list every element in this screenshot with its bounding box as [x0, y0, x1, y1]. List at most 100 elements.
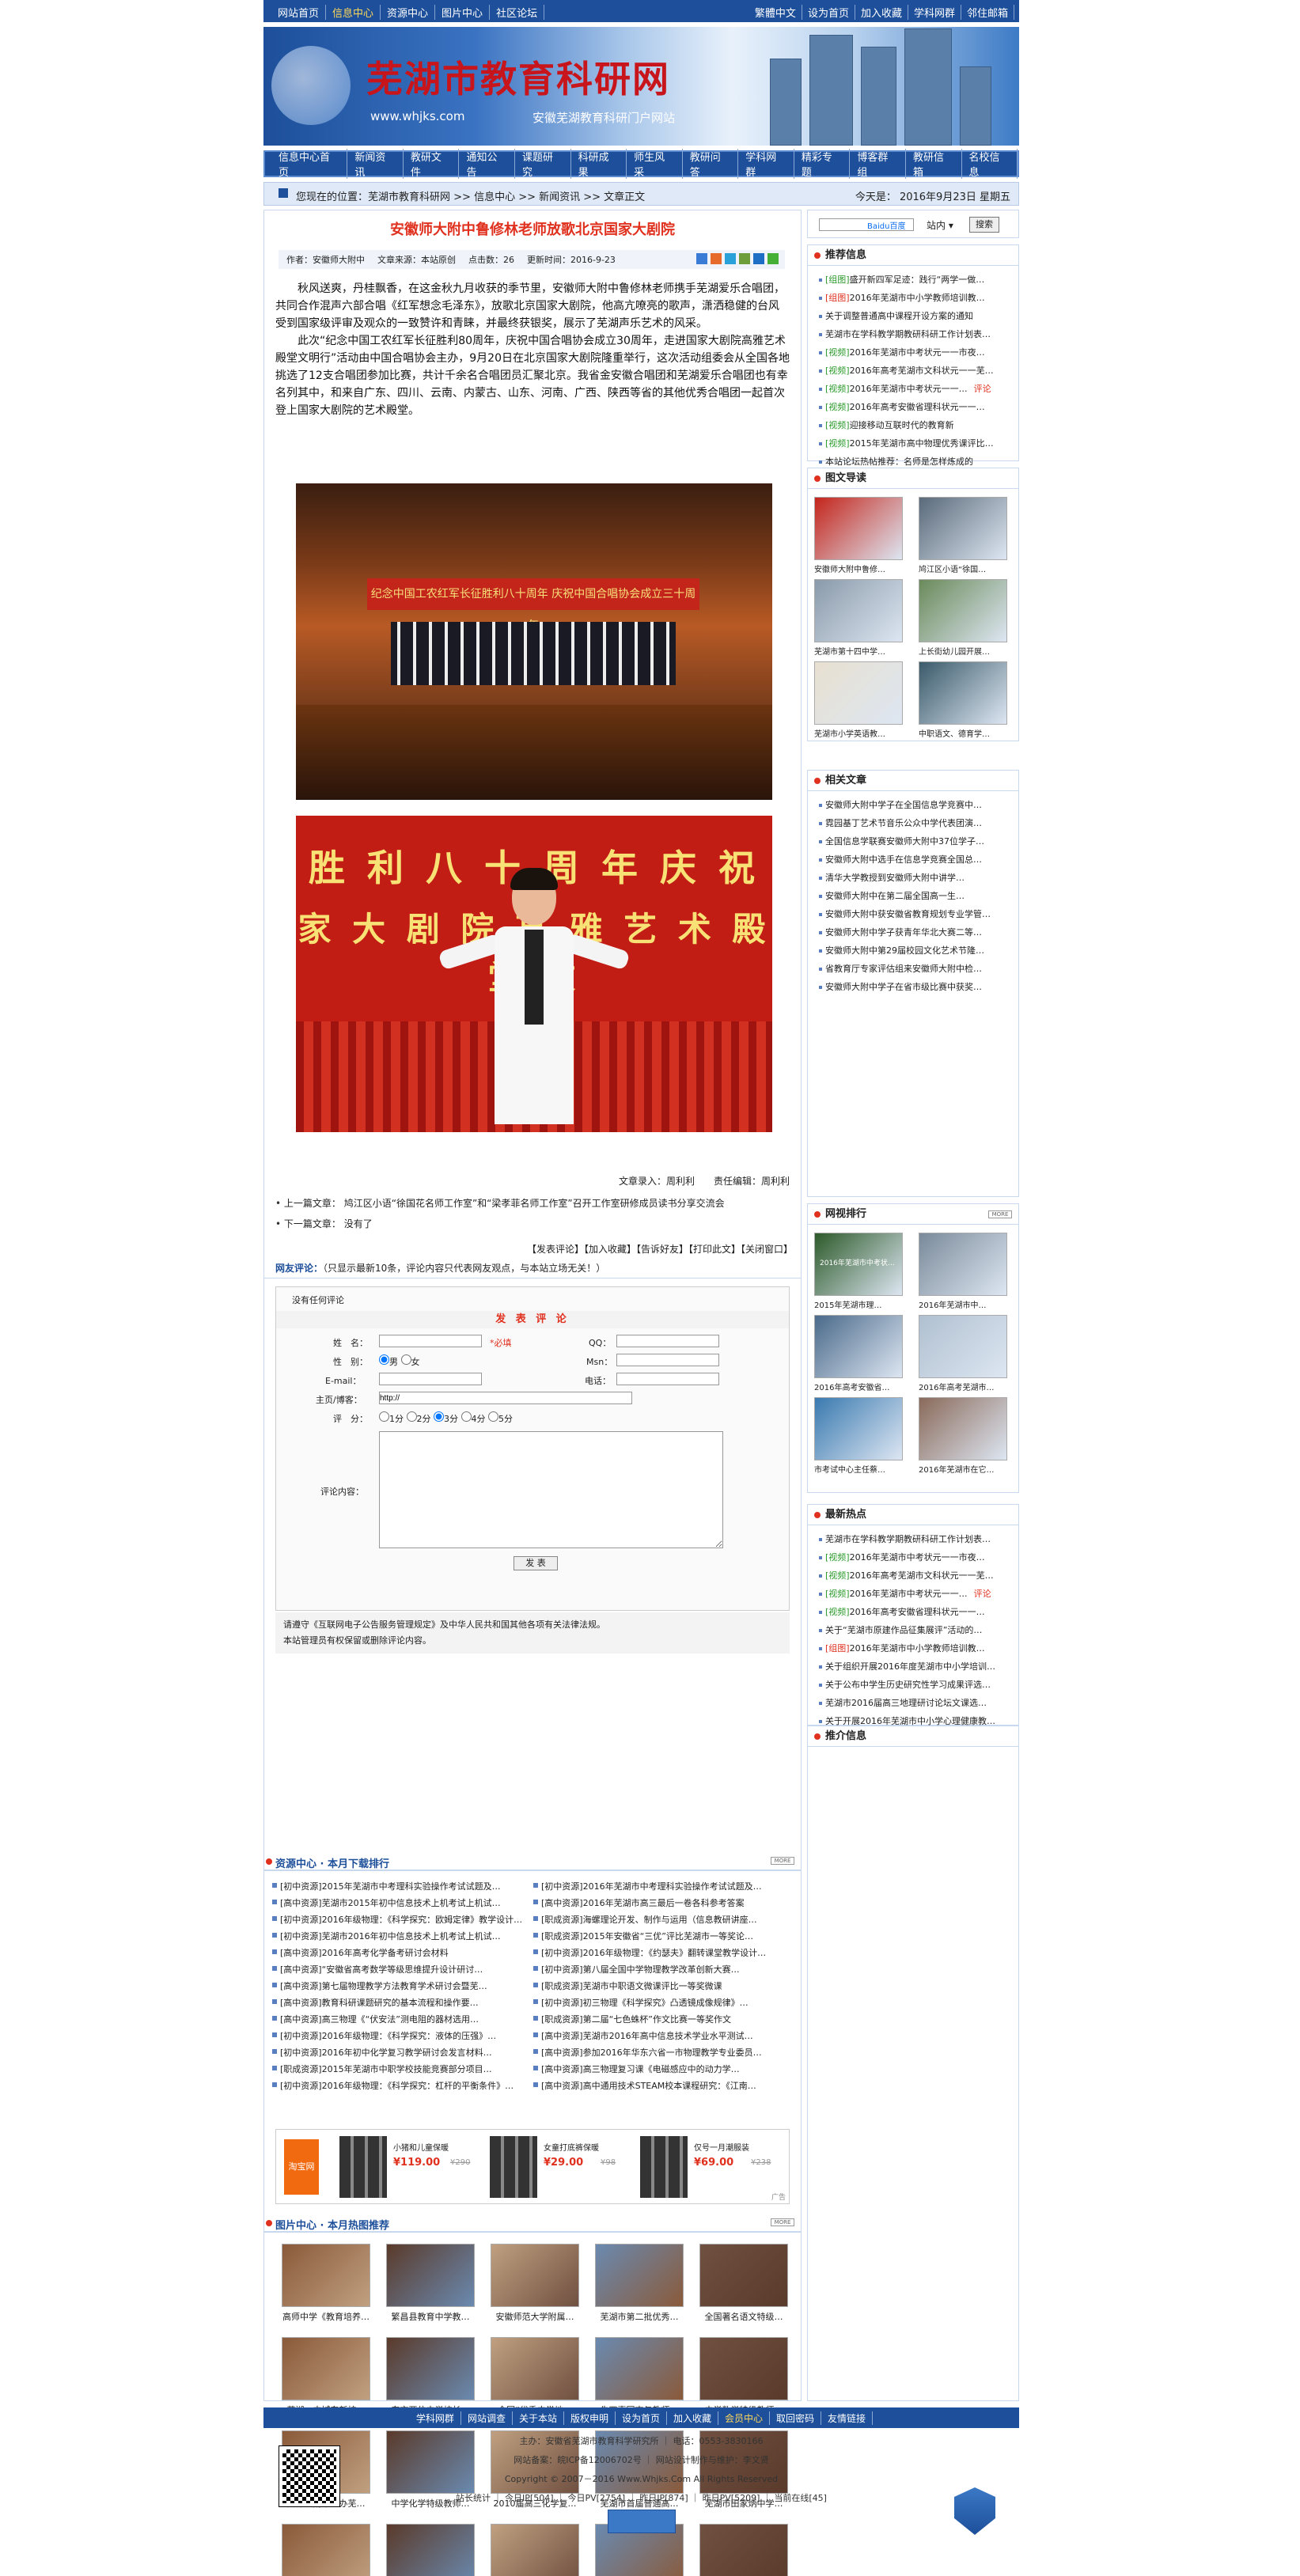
- footer-link[interactable]: 取回密码: [770, 2411, 822, 2425]
- picture-thumb[interactable]: [282, 2244, 370, 2307]
- thumb-image[interactable]: [919, 661, 1007, 725]
- side-related-items-item[interactable]: 霓园基丁艺术节音乐公众中学代表团演…: [819, 814, 1014, 832]
- picture-thumb[interactable]: [386, 2244, 475, 2307]
- submit-button[interactable]: 发 表: [514, 1556, 558, 1570]
- side-hot-items-item[interactable]: [组图]2016年芜湖市中小学教师培训教…: [819, 1639, 1014, 1657]
- footer-link[interactable]: 网站调查: [461, 2411, 513, 2425]
- thumb-image[interactable]: [919, 497, 1007, 560]
- thumb-item[interactable]: 中职语文、德育学…: [919, 661, 1014, 739]
- download-item[interactable]: [初中资源]2016年级物理：《科学探究：杠杆的平衡条件》…: [272, 2079, 533, 2092]
- side-hot-items-item[interactable]: [视频]2016年芜湖市中考状元一一市夜…: [819, 1548, 1014, 1566]
- nav-item[interactable]: 通知公告: [459, 149, 516, 179]
- download-item[interactable]: [高中资源]参加2016年华东六省一市物理教学专业委员…: [533, 2046, 794, 2059]
- top-link-info[interactable]: 信息中心: [326, 5, 381, 20]
- footer-link[interactable]: 版权申明: [564, 2411, 616, 2425]
- thumb-image[interactable]: [919, 1315, 1007, 1378]
- picture-item[interactable]: 全国“优秀中学地…: [483, 2337, 587, 2416]
- side-hot-items-item[interactable]: [视频]2016年芜湖市中考状元一一… 评论: [819, 1585, 1014, 1603]
- nav-item[interactable]: 教研信箱: [906, 149, 962, 179]
- thumb-image[interactable]: [919, 579, 1007, 642]
- download-item[interactable]: [高中资源]2016年芜湖市高三最后一卷各科参考答案: [533, 1896, 794, 1909]
- side-related-items-item[interactable]: 安徽师大附中在第二届全国高一生…: [819, 887, 1014, 905]
- thumb-caption[interactable]: 中职语文、德育学…: [919, 727, 1007, 739]
- score-radio[interactable]: [488, 1411, 498, 1422]
- footer-link[interactable]: 友情链接: [821, 2411, 874, 2425]
- prev-article-link[interactable]: 上一篇文章： 鸠江区小语“徐国花名师工作室”和“梁孝菲名师工作室”召开工作室研修…: [275, 1193, 790, 1214]
- download-item[interactable]: [初中资源]2016年级物理：《约瑟夫》翻转课堂教学设计…: [533, 1946, 794, 1959]
- download-item[interactable]: [高中资源]芜湖市2016年高中信息技术学业水平测试…: [533, 2029, 794, 2042]
- nav-item[interactable]: 新闻资讯: [347, 149, 404, 179]
- msn-input[interactable]: [616, 1354, 719, 1366]
- picture-caption[interactable]: 高师中学《教育培养…: [274, 2310, 378, 2323]
- set-homepage-link[interactable]: 设为首页: [802, 5, 855, 20]
- side-related-items-item[interactable]: 省教育厅专家评估组来安徽师大附中检…: [819, 960, 1014, 978]
- side-recommend-items-item[interactable]: [视频]2016年芜湖市中考状元一一市夜…: [819, 343, 1014, 362]
- picture-item[interactable]: 芜湖市第二批优秀…: [587, 2244, 692, 2323]
- picture-item[interactable]: 中学数学特级教师…: [692, 2337, 796, 2416]
- side-related-items-item[interactable]: 安徽师大附中获安徽省教育规划专业学管…: [819, 905, 1014, 923]
- thumb-image[interactable]: 2016年芜湖市中考状元一一市…: [814, 1233, 903, 1296]
- side-hot-items-item[interactable]: 芜湖市在学科教学期教研科研工作计划表…: [819, 1530, 1014, 1548]
- picture-item[interactable]: 朱四喜同志与教师…: [587, 2337, 692, 2416]
- thumb-caption[interactable]: 2016年芜湖市在它…: [919, 1463, 1007, 1475]
- download-item[interactable]: [职成资源]第二届“七色蛛杯”作文比赛一等奖作文: [533, 2013, 794, 2025]
- search-input[interactable]: Baidu百度: [819, 218, 914, 231]
- thumb-caption[interactable]: 芜湖市小学英语教…: [814, 727, 903, 739]
- side-recommend-items-item[interactable]: [视频]迎接移动互联时代的教育新: [819, 416, 1014, 434]
- article-ops[interactable]: 【发表评论】【加入收藏】【告诉好友】【打印此文】【关闭窗口】: [527, 1242, 793, 1256]
- email-input[interactable]: [379, 1373, 482, 1385]
- side-related-items-item[interactable]: 安徽师大附中选手在信息学竞赛全国总…: [819, 850, 1014, 869]
- picture-caption[interactable]: 全国著名语文特级…: [692, 2310, 796, 2323]
- side-hot-items-item[interactable]: 关于“芜湖市原建作品征集展评”活动的…: [819, 1621, 1014, 1639]
- download-item[interactable]: [初中资源]初三物理《科学探究》凸透镜成像规律》…: [533, 1996, 794, 2009]
- side-recommend-items-item[interactable]: [视频]2015年芜湖市高中物理优秀课评比…: [819, 434, 1014, 453]
- thumb-image[interactable]: [919, 1397, 1007, 1460]
- share-renren-icon[interactable]: [739, 253, 750, 264]
- top-link-resources[interactable]: 资源中心: [381, 5, 436, 20]
- taobao-logo[interactable]: 淘宝网: [284, 2139, 319, 2195]
- nav-item[interactable]: 师生风采: [627, 149, 683, 179]
- side-recommend-items-item[interactable]: [视频]2016年高考安徽省理科状元一一…: [819, 398, 1014, 416]
- side-recommend-items-item[interactable]: [组图]2016年芜湖市中小学教师培训教…: [819, 289, 1014, 307]
- picture-thumb[interactable]: [386, 2337, 475, 2400]
- thumb-image[interactable]: [814, 661, 903, 725]
- thumb-caption[interactable]: 安徽师大附中鲁修…: [814, 563, 903, 574]
- score-radio[interactable]: [460, 1411, 472, 1422]
- thumb-caption[interactable]: 市考试中心主任蔡…: [814, 1463, 903, 1475]
- side-related-items-item[interactable]: 安徽师大附中学子获青年华北大赛二等…: [819, 923, 1014, 941]
- thumb-caption[interactable]: 上长街幼儿园开展…: [919, 645, 1007, 657]
- thumb-item[interactable]: 市考试中心主任蔡…: [814, 1397, 909, 1475]
- score-radio[interactable]: [406, 1411, 417, 1422]
- download-item[interactable]: [职成资源]海螺理论开发、制作与运用（信息教研讲座…: [533, 1913, 794, 1926]
- nav-item[interactable]: 博客群组: [850, 149, 906, 179]
- nav-item[interactable]: 教研文件: [404, 149, 460, 179]
- cert-badge-icon[interactable]: [607, 2510, 676, 2533]
- search-scope-select[interactable]: 站内 ▾: [927, 218, 953, 232]
- download-item[interactable]: [高中资源]高三物理复习课《电磁感应中的动力学…: [533, 2063, 794, 2075]
- thumb-item[interactable]: 鸠江区小语“徐国…: [919, 497, 1014, 574]
- download-item[interactable]: [初中资源]2016年级物理：《科学探究：欧姆定律》教学设计…: [272, 1913, 533, 1926]
- side-recommend-items-item[interactable]: [组图]盛开新四军足迹：践行“两学一做…: [819, 271, 1014, 289]
- download-item[interactable]: [高中资源]教育科研课题研究的基本流程和操作要…: [272, 1996, 533, 2009]
- score-radio[interactable]: [434, 1411, 444, 1422]
- thumb-caption[interactable]: 鸠江区小语“徐国…: [919, 563, 1007, 574]
- ad-product[interactable]: 小猪和儿童保暖 ¥119.00 ¥290: [339, 2136, 482, 2199]
- nav-item[interactable]: 名校信息: [962, 149, 1018, 179]
- download-item[interactable]: [初中资源]芜湖市2016年初中信息技术上机考试上机试…: [272, 1930, 533, 1942]
- download-item[interactable]: [职成资源]芜湖市中职语文微课评比一等奖微课: [533, 1979, 794, 1992]
- side-recommend-items-item[interactable]: 关于调整普通高中课程开设方案的通知: [819, 307, 1014, 325]
- qq-input[interactable]: [616, 1335, 719, 1347]
- mail-link[interactable]: 邻住邮箱: [961, 5, 1014, 20]
- male-radio[interactable]: [379, 1354, 389, 1365]
- side-recommend-items-item[interactable]: 芜湖市在学科教学期教研科研工作计划表…: [819, 325, 1014, 343]
- side-related-items-item[interactable]: 全国信息学联赛安徽师大附中37位学子…: [819, 832, 1014, 850]
- footer-link-member[interactable]: 会员中心: [718, 2411, 771, 2425]
- side-related-items-item[interactable]: 安徽师大附中第29届校园文化艺术节隆…: [819, 941, 1014, 960]
- phone-input[interactable]: [616, 1373, 719, 1385]
- footer-link[interactable]: 设为首页: [616, 2411, 667, 2425]
- next-article-link[interactable]: 下一篇文章： 没有了: [275, 1214, 790, 1234]
- download-item[interactable]: [高中资源]“安徽省高考数学等级思维提升设计研讨…: [272, 1963, 533, 1976]
- thumb-item[interactable]: 2016年芜湖市中考状元一一市… 2015年芜湖市理…: [814, 1233, 909, 1310]
- more-button[interactable]: MORE: [988, 1210, 1012, 1218]
- security-shield-icon[interactable]: [954, 2487, 995, 2535]
